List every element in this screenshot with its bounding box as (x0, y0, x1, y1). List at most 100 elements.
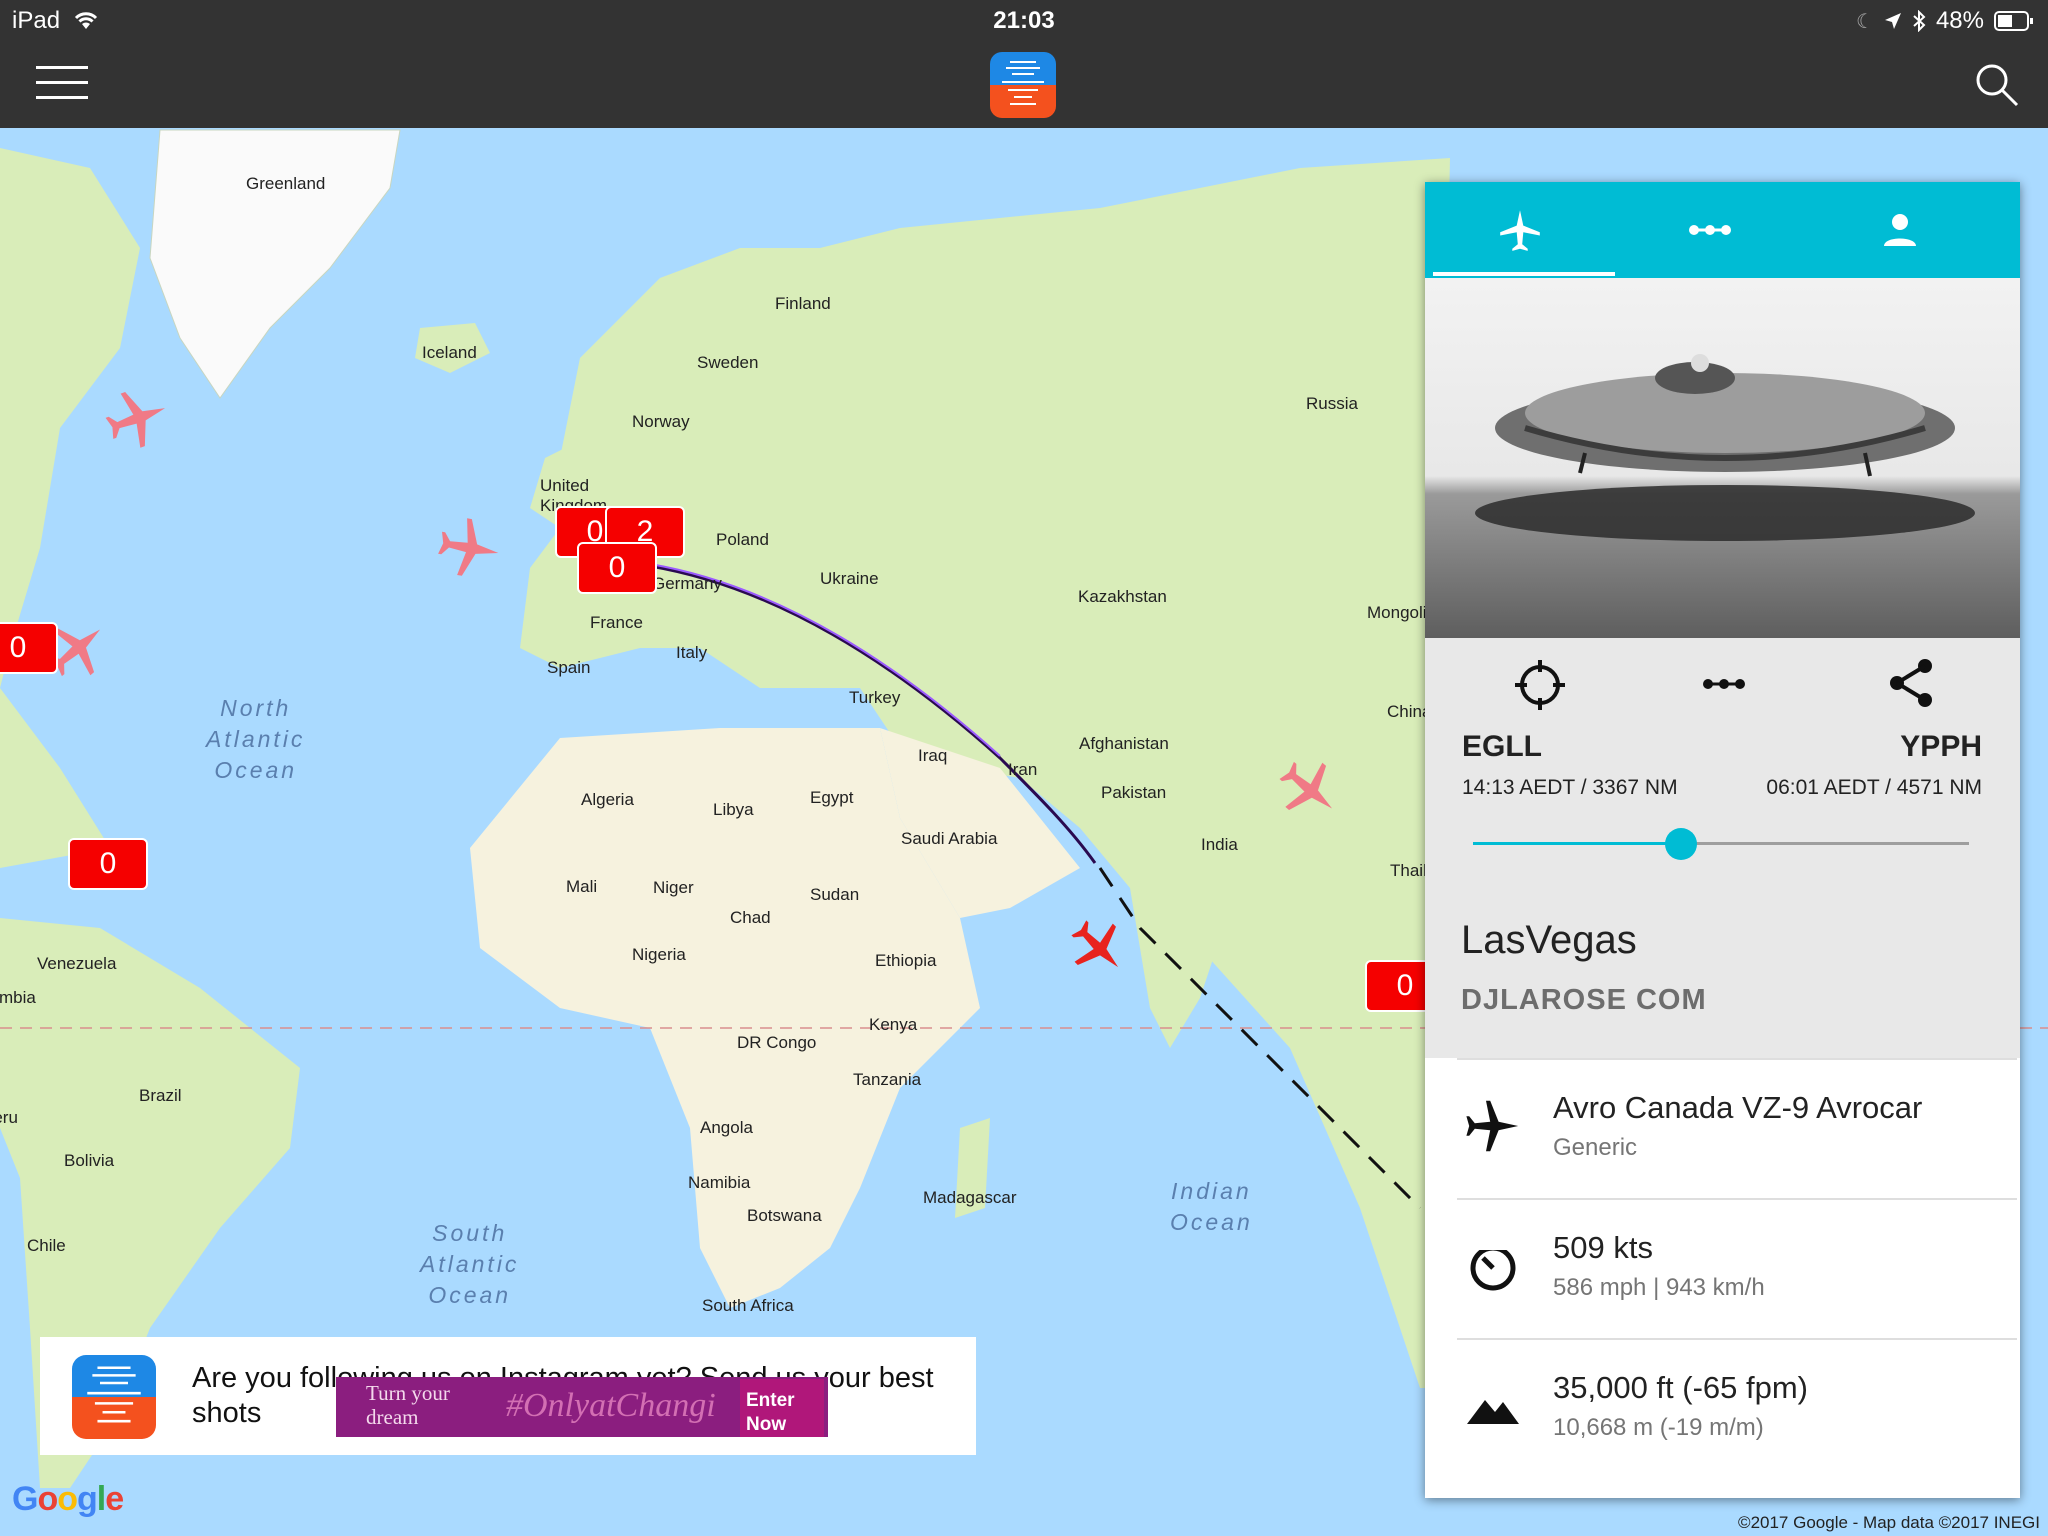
map-label: Finland (775, 294, 831, 313)
plane-marker-icon[interactable] (432, 516, 508, 580)
map-label: Tanzania (853, 1070, 922, 1089)
speed-value: 509 kts (1553, 1230, 1653, 1265)
map-label: Chad (730, 908, 771, 927)
origin-meta: 14:13 AEDT / 3367 NM (1462, 776, 1678, 799)
cluster-badge[interactable]: 0 (0, 622, 58, 674)
destination-meta: 06:01 AEDT / 4571 NM (1766, 776, 1982, 799)
map-label: Egypt (810, 788, 854, 807)
map-label: Greenland (246, 174, 326, 193)
flight-progress-slider[interactable] (1473, 828, 1969, 860)
flight-details-panel: EGLL YPPH 14:13 AEDT / 3367 NM 06:01 AED… (1425, 182, 2020, 1498)
map-label: Iran (1008, 760, 1038, 779)
ad-banner-hashtag: #OnlyatChangi (506, 1387, 716, 1424)
map-label: Poland (716, 530, 769, 549)
aircraft-photo (1425, 278, 2020, 638)
map-label: Namibia (688, 1173, 751, 1192)
share-icon[interactable] (1885, 656, 1937, 710)
route-dots-icon[interactable] (1699, 674, 1749, 694)
callsign: LasVegas (1461, 918, 1637, 962)
map-label: Kazakhstan (1078, 587, 1167, 606)
map-label: Botswana (747, 1206, 822, 1225)
crosshair-icon[interactable] (1513, 658, 1567, 712)
map-label: Iraq (918, 746, 948, 765)
map-label: Niger (653, 878, 694, 897)
map-label: Turkey (849, 688, 901, 707)
map-label: France (590, 613, 643, 632)
speed-row: 509 kts 586 mph | 943 km/h (1457, 1198, 2017, 1338)
map-copyright: ©2017 Google - Map data ©2017 INEGI (1738, 1513, 2040, 1532)
app-logo (990, 52, 1056, 118)
map-label: Mali (566, 877, 598, 896)
menu-button[interactable] (36, 66, 88, 106)
map-label: South Africa (702, 1296, 794, 1315)
cluster-badge[interactable]: 0 (68, 838, 148, 890)
status-right: ☾ 48% (1856, 7, 2034, 35)
destination-code: YPPH (1900, 730, 1982, 763)
progress-thumb[interactable] (1665, 828, 1698, 860)
tab-pilot[interactable] (1805, 182, 1995, 278)
status-bar: iPad 21:03 ☾ 48% (0, 0, 2048, 42)
map-label: Madagascar (923, 1188, 1017, 1207)
map-label: Russia (1306, 394, 1358, 413)
map-label: Brazil (139, 1086, 182, 1105)
map-label: Nigeria (632, 945, 686, 964)
map-label: Germany (652, 574, 722, 593)
location-arrow-icon (1884, 13, 1901, 29)
aircraft-type: Generic (1553, 1134, 1638, 1161)
ocean-label: South Atlantic Ocean (420, 1220, 520, 1308)
clock: 21:03 (993, 7, 1055, 34)
cluster-badge[interactable]: 0 (577, 542, 657, 594)
aircraft-name: Avro Canada VZ-9 Avrocar (1553, 1090, 1923, 1125)
map-label: Saudi Arabia (901, 829, 998, 848)
ad-app-logo (72, 1355, 156, 1439)
map-label: Chile (27, 1236, 66, 1255)
map-label: Venezuela (37, 954, 117, 973)
map-label: DR Congo (737, 1033, 817, 1052)
aircraft-row: Avro Canada VZ-9 Avrocar Generic (1457, 1058, 2017, 1198)
map-label: Norway (632, 412, 690, 431)
airline-name: DJLAROSE COM (1461, 984, 1707, 1016)
tab-route[interactable] (1615, 182, 1805, 278)
origin-code: EGLL (1462, 730, 1542, 763)
map-label: Bolivia (64, 1151, 115, 1170)
search-icon (1976, 64, 2019, 107)
map-label: Libya (713, 800, 754, 819)
ad-overlay-banner[interactable]: Turn your dream #OnlyatChangi Enter Now (336, 1377, 828, 1437)
map-label: Sudan (810, 885, 860, 904)
airplane-icon (1500, 210, 1540, 251)
map-label: Ethiopia (875, 951, 937, 970)
mountain-icon (1467, 1400, 1519, 1424)
altitude-value: 35,000 ft (-65 fpm) (1553, 1370, 1809, 1405)
battery-icon (1994, 11, 2033, 31)
speedometer-icon (1470, 1240, 1516, 1291)
bluetooth-icon (1913, 10, 1926, 32)
selected-plane-icon[interactable] (1064, 918, 1134, 978)
person-icon (1884, 214, 1916, 246)
map-label: Iceland (422, 343, 477, 362)
map-label: Angola (700, 1118, 753, 1137)
map-label: Pakistan (1101, 783, 1167, 802)
map-label: Kenya (869, 1015, 918, 1034)
ocean-label: North Atlantic Ocean (206, 695, 306, 783)
progress-fill (1473, 842, 1682, 845)
map-label: Afghanistan (1079, 734, 1169, 753)
search-button[interactable] (1974, 62, 2020, 108)
plane-marker-icon[interactable] (100, 386, 176, 450)
tab-aircraft[interactable] (1425, 182, 1615, 278)
battery-percent: 48% (1935, 7, 1984, 34)
ocean-label: Indian Ocean (1170, 1178, 1253, 1235)
map-label: Algeria (581, 790, 634, 809)
app-toolbar (0, 42, 2048, 128)
map-label: India (1201, 835, 1238, 854)
speed-conversions: 586 mph | 943 km/h (1553, 1274, 1765, 1301)
ad-banner-cta[interactable]: Enter Now (740, 1379, 824, 1437)
altitude-row: 35,000 ft (-65 fpm) 10,668 m (-19 m/m) (1457, 1338, 2017, 1478)
altitude-conversions: 10,668 m (-19 m/m) (1553, 1414, 1764, 1441)
map-label: Ukraine (820, 569, 879, 588)
ad-banner[interactable]: Are you following us on Instagram yet? S… (40, 1337, 976, 1455)
map-label: Peru (0, 1108, 18, 1127)
map-label: Colombia (0, 988, 36, 1007)
plane-marker-icon[interactable] (1272, 758, 1348, 822)
moon-icon: ☾ (1856, 10, 1874, 33)
airplane-icon (1466, 1100, 1519, 1152)
